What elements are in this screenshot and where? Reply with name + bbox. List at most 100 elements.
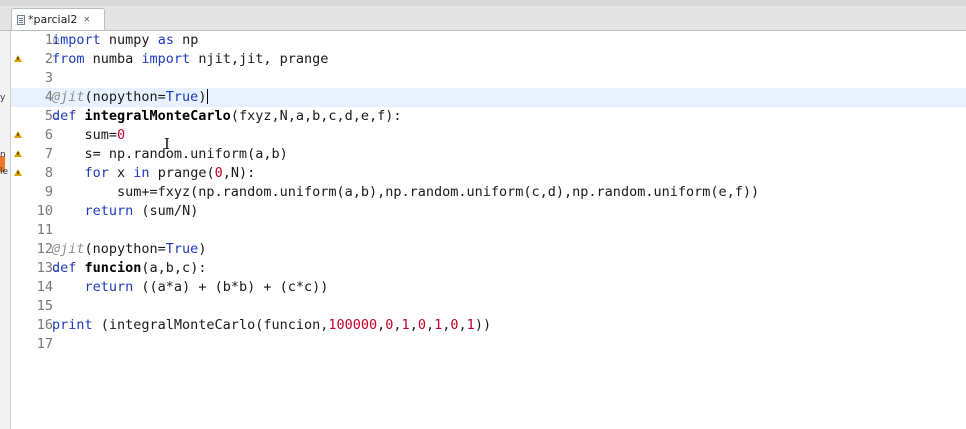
warning-icon[interactable]	[14, 131, 22, 138]
python-file-icon	[17, 14, 25, 25]
code-line[interactable]: 16 print (integralMonteCarlo(funcion,1000…	[11, 316, 966, 335]
code-line[interactable]: 17	[11, 335, 966, 354]
code-token: return	[84, 279, 134, 295]
warning-icon[interactable]	[14, 150, 22, 157]
code-token: (fxyz,N,a,b,c,d,e,f):	[230, 108, 402, 124]
code-line[interactable]: 6 sum=0	[11, 126, 966, 145]
line-number: 16	[36, 317, 53, 333]
code-token: def	[52, 108, 85, 124]
code-token: as	[157, 32, 174, 48]
line-number: 2	[44, 51, 53, 67]
code-text: import numpy as np	[52, 31, 198, 50]
code-line[interactable]: 5 def integralMonteCarlo(fxyz,N,a,b,c,d,e…	[11, 107, 966, 126]
code-text: def funcion(a,b,c):	[52, 259, 206, 278]
code-text: from numba import njit,jit, prange	[52, 50, 328, 69]
code-token: (nopython=	[84, 241, 166, 257]
code-token: True	[165, 89, 199, 105]
line-number: 10	[36, 203, 53, 219]
line-number: 11	[36, 222, 53, 238]
code-token: @jit	[52, 241, 85, 257]
code-token: np	[173, 32, 199, 48]
code-token: funcion	[84, 260, 142, 276]
code-token: sum=	[52, 127, 118, 143]
code-line[interactable]: 10 return (sum/N)	[11, 202, 966, 221]
tab-parcial2[interactable]: *parcial2 ✕	[11, 8, 105, 30]
line-number: 5	[44, 108, 53, 124]
warning-icon[interactable]	[14, 55, 22, 62]
code-line[interactable]: 1 import numpy as np	[11, 31, 966, 50]
code-token: for	[84, 165, 109, 181]
line-number: 4	[44, 89, 53, 105]
line-number: 17	[36, 336, 53, 352]
code-token: numpy	[100, 32, 158, 48]
tab-title: *parcial2	[28, 13, 78, 26]
code-token: 1	[466, 317, 475, 333]
code-token: return	[84, 203, 134, 219]
code-token: (sum/N)	[133, 203, 199, 219]
code-token: ,	[425, 317, 435, 333]
code-line[interactable]: 14 return ((a*a) + (b*b) + (c*c))	[11, 278, 966, 297]
code-text: @jit(nopython=True)	[52, 88, 209, 107]
code-token: @jit	[52, 89, 85, 105]
code-token: import	[52, 32, 101, 48]
line-number: 8	[44, 165, 53, 181]
line-number: 14	[36, 279, 53, 295]
code-token: import	[141, 51, 191, 67]
code-line[interactable]: 4 @jit(nopython=True)	[11, 88, 966, 107]
warning-icon[interactable]	[14, 169, 22, 176]
code-editor[interactable]: 1 import numpy as np 2 from numba import nj…	[11, 31, 966, 429]
code-token: (integralMonteCarlo(funcion,	[92, 317, 329, 333]
code-text: sum+=fxyz(np.random.uniform(a,b),np.rand…	[52, 183, 759, 202]
line-number: 3	[44, 70, 53, 86]
code-token: ,	[458, 317, 467, 333]
code-line[interactable]: 8 for x in prange(0,N):	[11, 164, 966, 183]
close-icon[interactable]: ✕	[83, 15, 90, 24]
code-text: for x in prange(0,N):	[52, 164, 256, 183]
code-token: prange(	[149, 165, 215, 181]
editor-tab-bar: *parcial2 ✕	[0, 6, 966, 31]
code-token: (nopython=	[84, 89, 166, 105]
line-number: 6	[44, 127, 53, 143]
code-line[interactable]: 12 @jit(nopython=True)	[11, 240, 966, 259]
code-token: 0	[417, 317, 426, 333]
code-token: integralMonteCarlo	[84, 108, 231, 124]
line-number: 7	[44, 146, 53, 162]
line-number: 1	[44, 32, 53, 48]
code-text: print (integralMonteCarlo(funcion,100000…	[52, 316, 491, 335]
code-token: ))	[474, 317, 492, 333]
line-number: 9	[44, 184, 53, 200]
code-line[interactable]: 3	[11, 69, 966, 88]
code-token: 0	[450, 317, 459, 333]
text-caret	[207, 89, 209, 104]
code-line[interactable]: 9 sum+=fxyz(np.random.uniform(a,b),np.ra…	[11, 183, 966, 202]
code-token: 0	[214, 165, 223, 181]
code-token: True	[165, 241, 199, 257]
code-text: def integralMonteCarlo(fxyz,N,a,b,c,d,e,…	[52, 107, 402, 126]
code-line[interactable]: 7 s= np.random.uniform(a,b)	[11, 145, 966, 164]
code-token: 0	[117, 127, 126, 143]
mouse-ibeam-cursor-icon: I	[164, 135, 170, 153]
code-line[interactable]: 13 def funcion(a,b,c):	[11, 259, 966, 278]
code-token: print	[52, 317, 93, 333]
code-token: sum+=fxyz(np.random.uniform(a,b),np.rand…	[52, 184, 760, 200]
code-text: sum=0	[52, 126, 126, 145]
code-token: ,N):	[222, 165, 256, 181]
code-token: ,	[393, 317, 402, 333]
code-text: @jit(nopython=True)	[52, 240, 206, 259]
left-panel-edge: y n le	[0, 31, 11, 429]
code-line[interactable]: 2 from numba import njit,jit, prange	[11, 50, 966, 69]
code-token: numba	[84, 51, 142, 67]
code-line[interactable]: 15	[11, 297, 966, 316]
code-token: ((a*a) + (b*b) + (c*c))	[133, 279, 329, 295]
line-number: 12	[36, 241, 53, 257]
code-token: (a,b,c):	[141, 260, 207, 276]
code-token: from	[52, 51, 85, 67]
line-number: 15	[36, 298, 53, 314]
code-token: ,	[409, 317, 418, 333]
code-token: 1	[401, 317, 410, 333]
code-token: )	[198, 241, 207, 257]
code-line[interactable]: 11	[11, 221, 966, 240]
